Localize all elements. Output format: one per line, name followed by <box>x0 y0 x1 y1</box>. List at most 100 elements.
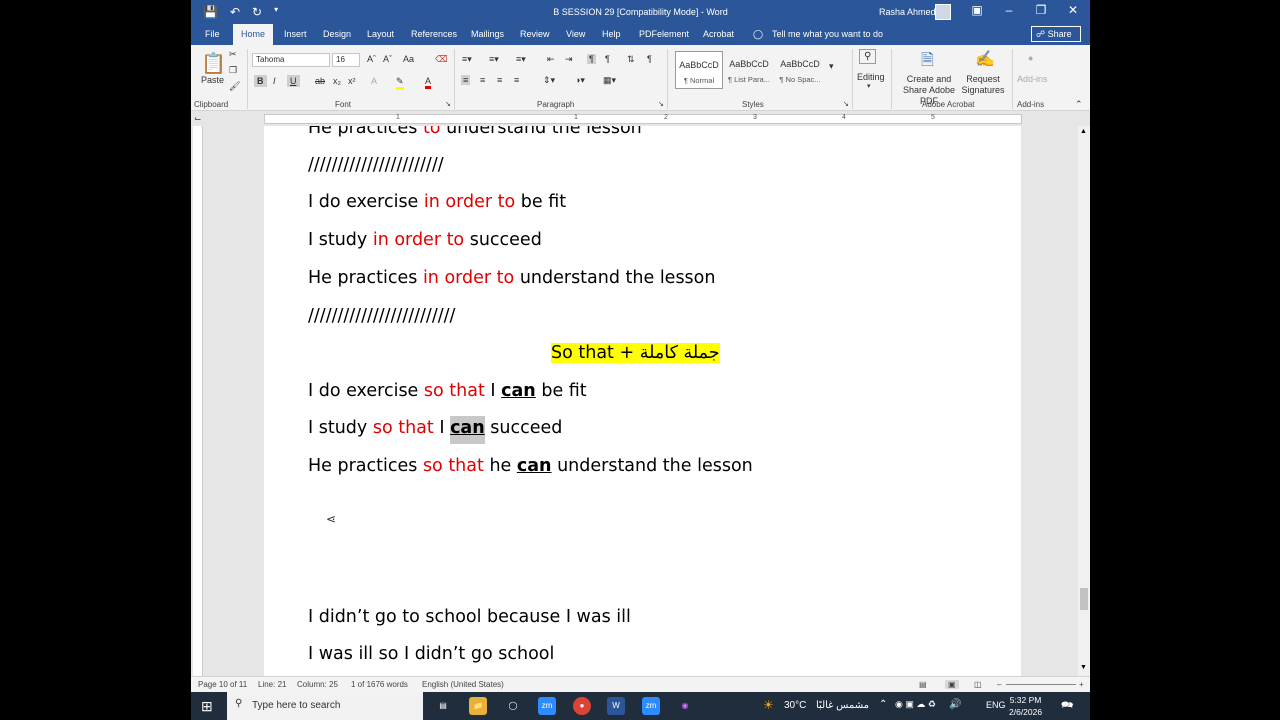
styles-more-icon[interactable]: ▾ <box>829 61 834 72</box>
doc-line[interactable]: He practices in order to understand the … <box>308 268 715 288</box>
tab-insert[interactable]: Insert <box>284 29 307 39</box>
restore-icon[interactable]: ❐ <box>1031 3 1051 17</box>
tab-view[interactable]: View <box>566 29 585 39</box>
weather-icon[interactable]: ☀ <box>763 698 774 712</box>
zoom-slider[interactable] <box>1006 684 1076 685</box>
justify-icon[interactable]: ≡ <box>514 75 519 85</box>
print-layout-icon[interactable]: ▣ <box>945 680 959 689</box>
tab-mailings[interactable]: Mailings <box>471 29 504 39</box>
highlighted-heading[interactable]: So that + جملة كاملة <box>551 343 720 363</box>
request-signatures-icon[interactable]: ✍ <box>975 49 995 69</box>
shading-icon[interactable]: ◑▾ <box>575 75 585 86</box>
text-effects-icon[interactable]: A <box>371 76 377 86</box>
sort-icon[interactable]: ⇅ <box>627 54 635 65</box>
tell-me-search[interactable]: Tell me what you want to do <box>772 29 883 39</box>
addins-button[interactable]: Add-ins <box>1017 74 1048 84</box>
input-language[interactable]: ENG <box>986 700 1006 710</box>
file-explorer-icon[interactable]: 📁 <box>469 697 487 715</box>
notifications-icon[interactable]: 🗪 <box>1061 698 1073 715</box>
zoom-in-icon[interactable]: + <box>1079 680 1084 689</box>
doc-line[interactable]: I was ill so I didn’t go school <box>308 644 554 664</box>
tab-design[interactable]: Design <box>323 29 351 39</box>
strikethrough-icon[interactable]: ab <box>315 76 325 86</box>
doc-line[interactable]: He practices so that he can understand t… <box>308 456 753 476</box>
status-line[interactable]: Line: 21 <box>258 680 286 689</box>
font-dialog-launcher-icon[interactable]: ↘ <box>445 100 451 108</box>
show-marks-icon[interactable]: ¶ <box>647 54 652 64</box>
tab-acrobat[interactable]: Acrobat <box>703 29 734 39</box>
web-layout-icon[interactable]: ◫ <box>974 680 982 689</box>
tab-help[interactable]: Help <box>602 29 621 39</box>
close-icon[interactable]: ✕ <box>1063 3 1083 17</box>
shrink-font-icon[interactable]: Aˇ <box>383 54 392 64</box>
bullets-icon[interactable]: ≡▾ <box>462 54 472 65</box>
zoom-app-icon[interactable]: zm <box>538 697 556 715</box>
scroll-thumb[interactable] <box>1080 588 1088 610</box>
font-color-icon[interactable]: A <box>425 76 432 89</box>
font-name-combo[interactable]: Tahoma <box>252 53 330 67</box>
cut-icon[interactable]: ✂ <box>229 49 237 60</box>
doc-line[interactable]: I study so that I can succeed <box>308 416 562 444</box>
tab-file[interactable]: File <box>205 29 220 39</box>
editing-chevron-icon[interactable]: ▾ <box>867 82 871 90</box>
editing-button[interactable]: Editing <box>857 72 885 82</box>
borders-icon[interactable]: ▦▾ <box>603 75 616 86</box>
scroll-down-icon[interactable]: ▼ <box>1080 664 1087 671</box>
paragraph-dialog-launcher-icon[interactable]: ↘ <box>658 100 664 108</box>
document-page[interactable]: He practices to understand the lesson //… <box>264 126 1021 676</box>
align-center-icon[interactable]: ≡ <box>480 75 485 85</box>
clock[interactable]: 5:32 PM 2/6/2026 <box>1009 694 1042 718</box>
copy-icon[interactable]: ❐ <box>229 65 237 76</box>
separator-line[interactable]: /////////////////////// <box>308 155 444 175</box>
collapse-ribbon-icon[interactable]: ⌃ <box>1075 99 1083 110</box>
align-left-icon[interactable]: ≡ <box>461 75 471 85</box>
maps-pin-icon[interactable]: ◉ <box>676 697 694 715</box>
style-list-paragraph[interactable]: AaBbCcD ¶ List Para... <box>725 51 773 89</box>
change-case-icon[interactable]: Aa <box>403 54 414 64</box>
ribbon-display-icon[interactable]: ▣ <box>967 3 987 17</box>
zoom-out-icon[interactable]: – <box>997 680 1001 689</box>
edge-icon[interactable]: ◯ <box>504 697 522 715</box>
weather-text[interactable]: مشمس غالبًا <box>816 700 869 711</box>
ltr-direction-icon[interactable]: ¶ <box>587 54 596 64</box>
scroll-up-icon[interactable]: ▲ <box>1080 128 1087 135</box>
doc-line[interactable]: I do exercise so that I can be fit <box>308 381 587 401</box>
volume-icon[interactable]: 🔊 <box>949 699 961 710</box>
tab-pdfelement[interactable]: PDFelement <box>639 29 689 39</box>
superscript-icon[interactable]: x² <box>348 76 356 86</box>
tab-layout[interactable]: Layout <box>367 29 394 39</box>
grow-font-icon[interactable]: Aˆ <box>367 54 376 64</box>
status-column[interactable]: Column: 25 <box>297 680 338 689</box>
style-no-spacing[interactable]: AaBbCcD ¶ No Spac... <box>776 51 824 89</box>
task-view-icon[interactable]: ▤ <box>434 697 452 715</box>
format-painter-icon[interactable]: 🖌 <box>229 81 240 92</box>
doc-line[interactable]: I didn’t go to school because I was ill <box>308 607 631 627</box>
tab-selector-icon[interactable]: ⌙ <box>194 113 202 124</box>
addins-icon[interactable]: ● <box>1028 53 1033 63</box>
separator-line[interactable]: ///////////////////////// <box>308 306 455 326</box>
paste-icon[interactable]: 📋 <box>201 51 226 76</box>
styles-dialog-launcher-icon[interactable]: ↘ <box>843 100 849 108</box>
tab-review[interactable]: Review <box>520 29 550 39</box>
align-right-icon[interactable]: ≡ <box>497 75 502 85</box>
highlight-color-icon[interactable]: ✎ <box>396 76 404 90</box>
zoom-app-icon-2[interactable]: zm <box>642 697 660 715</box>
bold-icon[interactable]: B <box>254 75 267 87</box>
create-pdf-icon[interactable]: 🗎 <box>921 49 934 76</box>
doc-line[interactable]: I do exercise in order to be fit <box>308 192 566 212</box>
status-page[interactable]: Page 10 of 11 <box>198 680 247 689</box>
italic-icon[interactable]: I <box>273 76 276 86</box>
share-button[interactable]: ☍ Share <box>1031 26 1081 42</box>
user-name[interactable]: Rasha Ahmed <box>879 7 936 17</box>
doc-line[interactable]: I study in order to succeed <box>308 230 542 250</box>
ruler-bar[interactable] <box>264 114 1022 124</box>
find-icon[interactable]: ⚲ <box>859 49 877 64</box>
tray-app-icons[interactable]: ◉ ▣ ☁ ♻ <box>895 699 936 710</box>
rtl-direction-icon[interactable]: ¶ <box>605 54 610 64</box>
minimize-icon[interactable]: – <box>999 3 1019 17</box>
clear-formatting-icon[interactable]: ⌫ <box>435 54 448 65</box>
vertical-scrollbar[interactable]: ▲ ▼ <box>1078 126 1090 676</box>
word-taskbar-icon[interactable]: W <box>607 697 625 715</box>
tray-chevron-icon[interactable]: ⌃ <box>879 699 887 710</box>
decrease-indent-icon[interactable]: ⇤ <box>547 54 555 65</box>
